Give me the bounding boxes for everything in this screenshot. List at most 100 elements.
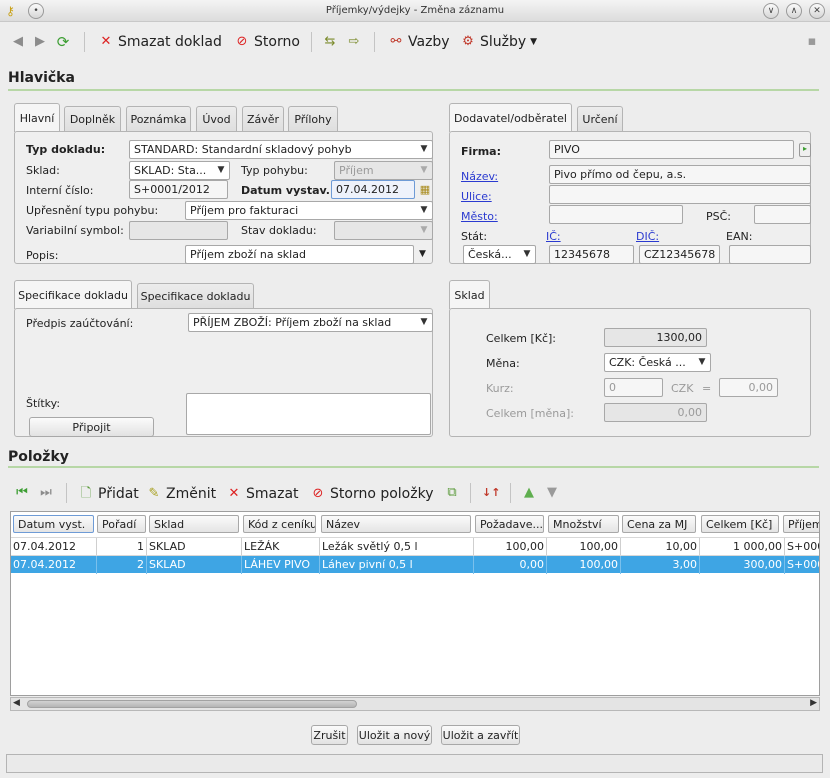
sklad-value: SKLAD: Sta... <box>134 164 207 177</box>
sklad-select[interactable]: SKLAD: Sta... ▼ <box>129 161 230 180</box>
cell-sklad: SKLAD <box>147 556 242 574</box>
tab-poznamka[interactable]: Poznámka <box>126 106 191 132</box>
storno-button[interactable]: ⊘ Storno <box>234 32 300 52</box>
delete-document-button[interactable]: ✕ Smazat doklad <box>98 32 222 52</box>
column-header-cena[interactable]: Cena za MJ <box>622 515 696 533</box>
upresneni-select[interactable]: Příjem pro fakturaci ▼ <box>185 201 433 220</box>
psc-input[interactable] <box>754 205 811 224</box>
nazev-link[interactable]: Název: <box>461 170 498 183</box>
edit-item-label: Změnit <box>166 486 217 502</box>
scrollbar-thumb[interactable] <box>27 700 357 708</box>
scroll-left-icon[interactable]: ◀ <box>13 698 20 708</box>
cell-celkem: 1 000,00 <box>700 538 785 556</box>
column-header-sklad[interactable]: Sklad <box>149 515 239 533</box>
variabilni-symbol-input[interactable] <box>129 221 228 240</box>
column-header-nazev[interactable]: Název <box>321 515 471 533</box>
ic-input[interactable]: 12345678 <box>549 245 634 264</box>
interni-cislo-input[interactable]: S+0001/2012 <box>129 180 228 199</box>
first-record-icon[interactable]: ⏮ <box>14 485 30 501</box>
gear-icon: ⚙ <box>462 34 474 49</box>
tab-specifikace-dokladu[interactable]: Specifikace dokladu <box>14 280 132 309</box>
services-menu-button[interactable]: ⚙ Služby ▼ <box>460 32 537 52</box>
chevron-down-icon: ▼ <box>420 205 428 215</box>
tab-specifikace-dokladu-2[interactable]: Specifikace dokladu <box>137 283 254 309</box>
ean-input[interactable] <box>729 245 811 264</box>
header-section-title: Hlavička <box>8 70 75 86</box>
copy-icon[interactable]: ⧉ <box>444 485 460 501</box>
cell-poradi: 1 <box>97 538 147 556</box>
move-down-icon[interactable]: ▼ <box>544 485 560 501</box>
tab-zaver[interactable]: Závěr <box>242 106 284 132</box>
table-row-selected[interactable]: 07.04.2012 2 SKLAD LÁHEV PIVO Láhev pivn… <box>11 555 819 574</box>
kurz-czk-input[interactable]: 0,00 <box>719 378 778 397</box>
scroll-right-icon[interactable]: ▶ <box>810 698 817 708</box>
ulice-input[interactable] <box>549 185 811 204</box>
dic-input[interactable]: CZ12345678 <box>639 245 720 264</box>
tab-sklad[interactable]: Sklad <box>449 280 490 309</box>
predpis-select[interactable]: PŘÍJEM ZBOŽÍ: Příjem zboží na sklad ▼ <box>188 313 433 332</box>
comment-icon[interactable]: ▪ <box>804 34 820 50</box>
chevron-down-icon: ▼ <box>420 317 428 327</box>
nazev-input[interactable]: Pivo přímo od čepu, a.s. <box>549 165 811 184</box>
close-button[interactable]: ✕ <box>809 3 825 19</box>
popis-input[interactable]: Příjem zboží na sklad <box>185 245 414 264</box>
firma-input[interactable]: PIVO <box>549 140 794 159</box>
tab-dodavatel-odberatel[interactable]: Dodavatel/odběratel <box>449 103 572 132</box>
psc-label: PSČ: <box>706 210 732 223</box>
stat-select[interactable]: Česká... ▼ <box>463 245 536 264</box>
add-item-button[interactable]: 🗋 Přidat <box>78 484 139 504</box>
maximize-button[interactable]: ∧ <box>786 3 802 19</box>
cell-kod: LÁHEV PIVO <box>242 556 320 574</box>
typ-dokladu-select[interactable]: STANDARD: Standardní skladový pohyb ▼ <box>129 140 433 159</box>
typ-dokladu-value: STANDARD: Standardní skladový pohyb <box>134 143 352 156</box>
celkem-mena-label: Celkem [měna]: <box>486 407 574 420</box>
kurz-input[interactable]: 0 <box>604 378 663 397</box>
storno-item-button[interactable]: ⊘ Storno položky <box>310 484 434 504</box>
edit-item-button[interactable]: ✎ Změnit <box>146 484 217 504</box>
cancel-button[interactable]: Zrušit <box>311 725 348 745</box>
chevron-down-icon[interactable]: ▼ <box>419 249 426 259</box>
toolbar-separator <box>470 483 471 503</box>
calendar-icon[interactable]: ▦ <box>417 182 433 198</box>
column-header-datum[interactable]: Datum vyst. <box>13 515 94 533</box>
save-and-close-button[interactable]: Uložit a zavřít <box>441 725 520 745</box>
ic-link[interactable]: IČ: <box>546 230 561 243</box>
dic-link[interactable]: DIČ: <box>636 230 659 243</box>
column-header-poradi[interactable]: Pořadí <box>97 515 146 533</box>
mesto-input[interactable] <box>549 205 683 224</box>
import-icon[interactable]: ⇆ <box>322 34 338 50</box>
column-header-mnozstvi[interactable]: Množství <box>548 515 619 533</box>
delete-item-button[interactable]: ✕ Smazat <box>226 484 299 504</box>
last-record-icon[interactable]: ⏭ <box>38 485 54 501</box>
tab-hlavni[interactable]: Hlavní <box>14 103 60 132</box>
table-row[interactable]: 07.04.2012 1 SKLAD LEŽÁK Ležák světlý 0,… <box>11 537 819 556</box>
mesto-link[interactable]: Město: <box>461 210 498 223</box>
save-and-new-button[interactable]: Uložit a nový <box>357 725 432 745</box>
minimize-button[interactable]: ∨ <box>763 3 779 19</box>
stitky-textarea[interactable] <box>186 393 431 435</box>
pripojit-button[interactable]: Připojit <box>29 417 154 437</box>
export-icon[interactable]: ⇨ <box>346 34 362 50</box>
kurz-label: Kurz: <box>486 382 514 395</box>
move-up-icon[interactable]: ▲ <box>521 485 537 501</box>
column-header-celkem[interactable]: Celkem [Kč] <box>701 515 779 533</box>
tab-uvod[interactable]: Úvod <box>196 106 237 132</box>
datum-vystaveni-input[interactable]: 07.04.2012 <box>331 180 415 199</box>
lookup-icon[interactable]: ▸ <box>799 143 811 157</box>
column-header-prijem[interactable]: Příjem <box>783 515 819 533</box>
tab-doplnek[interactable]: Doplněk <box>64 106 121 132</box>
ulice-link[interactable]: Ulice: <box>461 190 492 203</box>
links-button[interactable]: ⚯ Vazby <box>388 32 450 52</box>
column-header-pozadavek[interactable]: Požadave... <box>475 515 544 533</box>
tab-urceni[interactable]: Určení <box>577 106 623 132</box>
mena-select[interactable]: CZK: Česká ... ▼ <box>604 353 711 372</box>
upresneni-label: Upřesnění typu pohybu: <box>26 204 159 217</box>
add-item-label: Přidat <box>98 486 139 502</box>
sort-icon[interactable]: ↓↑ <box>482 485 500 501</box>
refresh-icon[interactable]: ⟳ <box>55 34 71 50</box>
horizontal-scrollbar[interactable]: ◀ ▶ <box>10 697 820 711</box>
forward-arrow-icon[interactable]: ▶ <box>32 34 48 50</box>
column-header-kod[interactable]: Kód z ceníku <box>243 515 316 533</box>
back-arrow-icon[interactable]: ◀ <box>10 34 26 50</box>
tab-prilohy[interactable]: Přílohy <box>288 106 338 132</box>
